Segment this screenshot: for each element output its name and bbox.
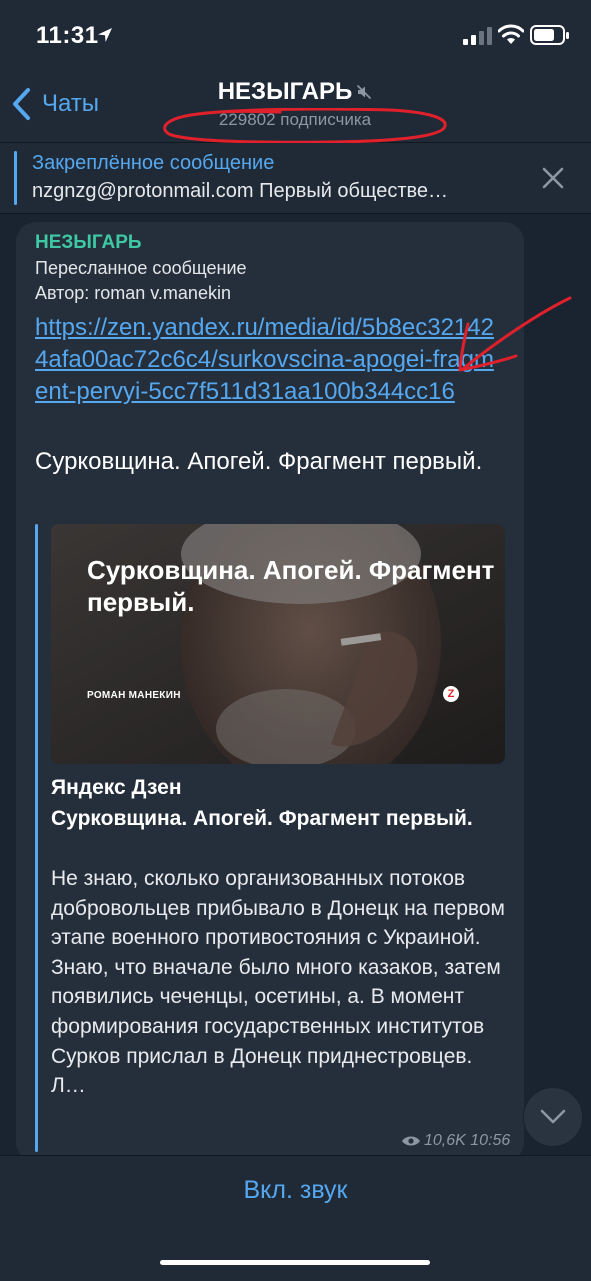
preview-accent-bar — [35, 524, 38, 1152]
scroll-down-button[interactable] — [523, 1087, 583, 1147]
preview-site-name: Яндекс Дзен — [51, 776, 182, 799]
chevron-left-icon — [13, 88, 30, 120]
red-arrow-annotation — [458, 296, 572, 372]
forward-author[interactable]: Автор: roman v.manekin — [35, 283, 231, 304]
unmute-button[interactable]: Вкл. звук — [0, 1176, 591, 1205]
message-time: 10:56 — [470, 1132, 511, 1149]
battery-icon — [530, 25, 569, 45]
preview-title: Сурковщина. Апогей. Фрагмент первый. — [51, 807, 473, 830]
preview-description: Не знаю, сколько организованных потоков … — [51, 867, 505, 1098]
pinned-accent-bar — [14, 151, 17, 205]
back-label: Чаты — [42, 90, 100, 117]
preview-image-author: РОМАН МАНЕКИН — [87, 690, 181, 701]
bottom-bar: Вкл. звук — [0, 1155, 591, 1281]
view-count: 10,6K — [424, 1132, 466, 1149]
location-arrow-icon — [98, 28, 112, 42]
chevron-down-icon — [540, 1109, 566, 1124]
signal-icon — [463, 27, 492, 45]
message-author[interactable]: НЕЗЫГАРЬ — [35, 232, 142, 254]
wifi-icon — [498, 24, 524, 44]
zen-logo-icon: Z — [443, 686, 459, 702]
preview-image[interactable]: Сурковщина. Апогей. Фрагмент первый. РОМ… — [51, 524, 505, 764]
pinned-title: Закреплённое сообщение — [32, 152, 275, 174]
link-preview[interactable]: Сурковщина. Апогей. Фрагмент первый. РОМ… — [35, 524, 510, 1152]
close-icon[interactable] — [540, 165, 566, 191]
pinned-message[interactable]: Закреплённое сообщение nzgnzg@protonmail… — [0, 143, 591, 214]
home-indicator[interactable] — [160, 1260, 430, 1265]
message-text: Сурковщина. Апогей. Фрагмент первый. — [35, 448, 483, 475]
message-link[interactable]: https://zen.yandex.ru/media/id/5b8ec3214… — [35, 312, 505, 408]
pinned-text: nzgnzg@protonmail.com Первый обществе… — [32, 180, 449, 202]
message-meta: 10,6K 10:56 — [401, 1132, 510, 1150]
forwarded-label: Пересланное сообщение — [35, 258, 247, 278]
back-button[interactable]: Чаты — [10, 84, 99, 124]
message-bubble[interactable]: НЕЗЫГАРЬ Пересланное сообщение Автор: ro… — [16, 222, 524, 1162]
mute-icon — [357, 84, 372, 100]
chat-title: НЕЗЫГАРЬ — [217, 78, 353, 105]
red-circle-annotation — [163, 108, 447, 144]
preview-image-title: Сурковщина. Апогей. Фрагмент первый. — [87, 555, 495, 617]
eye-icon — [402, 1136, 420, 1146]
status-bar: 11:31 — [0, 0, 591, 70]
status-time: 11:31 — [36, 22, 99, 49]
